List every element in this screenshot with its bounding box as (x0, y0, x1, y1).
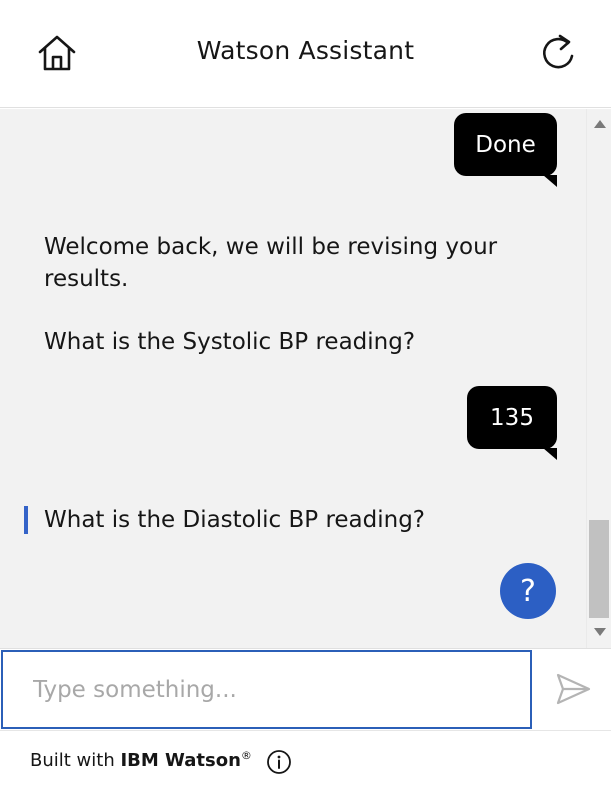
user-message-text: Done (475, 131, 536, 158)
bot-message: Welcome back, we will be revising your r… (44, 234, 498, 292)
user-message-bubble: Done (454, 113, 557, 187)
scroll-thumb[interactable] (589, 520, 609, 618)
help-icon: ? (520, 573, 536, 609)
restart-button[interactable] (538, 32, 578, 74)
footer-brand: IBM Watson (120, 750, 241, 771)
message-list: Done Welcome back, we will be revising y… (0, 109, 586, 648)
registered-mark: ® (240, 749, 252, 762)
bot-question-systolic: What is the Systolic BP reading? (44, 329, 416, 355)
send-icon (556, 673, 591, 705)
built-with-text: Built with IBM Watson® (30, 749, 252, 771)
message-input-container (1, 650, 532, 729)
footer-prefix: Built with (30, 750, 121, 771)
chat-header: Watson Assistant (0, 0, 611, 108)
restart-icon (543, 34, 574, 69)
bot-question-diastolic: What is the Diastolic BP reading? (44, 507, 426, 533)
info-icon (267, 750, 291, 774)
active-message-indicator (24, 506, 28, 534)
message-input[interactable] (3, 652, 530, 727)
chat-window: Watson Assistant Done Welcome back, we w… (0, 0, 611, 786)
scroll-down-arrow-icon[interactable] (594, 628, 606, 636)
user-message-bubble: 135 (467, 386, 557, 460)
help-button[interactable]: ? (500, 563, 556, 619)
info-button[interactable] (266, 749, 292, 775)
send-button[interactable] (553, 669, 593, 709)
scroll-up-arrow-icon[interactable] (594, 120, 606, 128)
assistant-title: Watson Assistant (196, 36, 415, 65)
footer: Built with IBM Watson® (0, 730, 611, 786)
message-scrollbar[interactable] (586, 109, 611, 648)
input-area (0, 648, 611, 730)
user-message-text: 135 (490, 404, 534, 431)
